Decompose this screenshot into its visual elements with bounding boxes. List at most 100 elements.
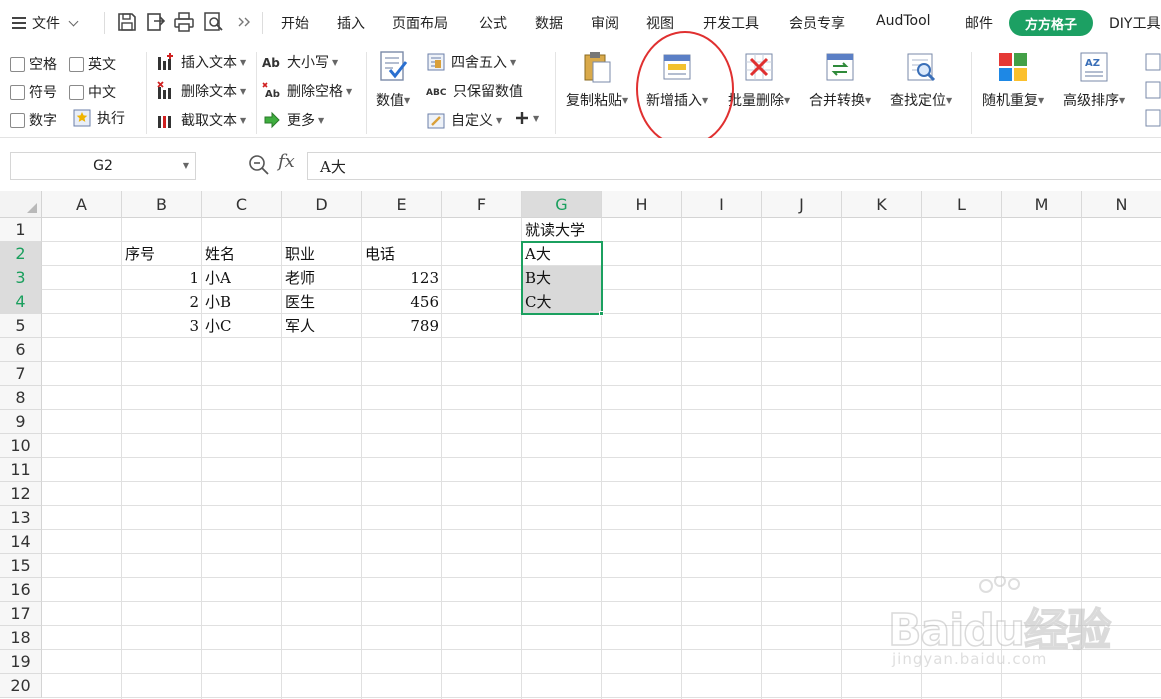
row-header-6[interactable]: 6 [0,338,42,362]
row-header-19[interactable]: 19 [0,650,42,674]
row-header-18[interactable]: 18 [0,626,42,650]
cell-g1[interactable]: 就读大学 [522,218,602,242]
checkbox-chinese[interactable]: 中文 [69,82,116,102]
more-button[interactable]: 更多 ▼ [262,110,324,130]
execute-button[interactable]: 执行 [72,108,125,128]
fill-handle[interactable] [599,311,604,316]
tab-mail[interactable]: 邮件 [965,13,993,33]
cell-d4[interactable]: 医生 [282,290,362,314]
column-header-n[interactable]: N [1082,191,1161,218]
column-header-j[interactable]: J [762,191,842,218]
random-repeat-button[interactable]: 随机重复 ▼ [982,50,1044,110]
tab-fangfang[interactable]: 方方格子 [1009,10,1093,36]
find-locate-button[interactable]: 查找定位 ▼ [890,50,952,110]
row-header-2[interactable]: 2 [0,242,42,266]
row-header-17[interactable]: 17 [0,602,42,626]
tab-page-layout[interactable]: 页面布局 [392,13,448,33]
row-header-20[interactable]: 20 [0,674,42,698]
round-button[interactable]: 四舍五入 ▼ [426,52,516,72]
zoom-icon[interactable] [248,154,270,176]
cell-e4[interactable]: 456 [362,290,442,314]
column-header-l[interactable]: L [922,191,1002,218]
cell-e3[interactable]: 123 [362,266,442,290]
checkbox-symbol[interactable]: 符号 [10,82,57,102]
row-header-9[interactable]: 9 [0,410,42,434]
column-header-i[interactable]: I [682,191,762,218]
cell-b5[interactable]: 3 [122,314,202,338]
row-header-11[interactable]: 11 [0,458,42,482]
cell-b3[interactable]: 1 [122,266,202,290]
print-preview-icon[interactable] [203,11,225,33]
tab-diy-tools[interactable]: DIY工具 [1109,13,1160,33]
checkbox-english[interactable]: 英文 [69,54,116,74]
row-header-4[interactable]: 4 [0,290,42,314]
print-icon[interactable] [173,11,195,33]
column-header-d[interactable]: D [282,191,362,218]
add-button[interactable]: ▼ [514,110,539,126]
checkbox-number[interactable]: 数字 [10,110,57,130]
tab-member[interactable]: 会员专享 [789,13,845,33]
cell-d2[interactable]: 职业 [282,242,362,266]
column-header-f[interactable]: F [442,191,522,218]
cell-d5[interactable]: 军人 [282,314,362,338]
column-header-h[interactable]: H [602,191,682,218]
cell-c4[interactable]: 小B [202,290,282,314]
custom-button[interactable]: 自定义 ▼ [426,110,502,130]
advanced-sort-button[interactable]: AZ 高级排序 ▼ [1063,50,1125,110]
row-header-3[interactable]: 3 [0,266,42,290]
row-header-8[interactable]: 8 [0,386,42,410]
cell-c5[interactable]: 小C [202,314,282,338]
copy-paste-button[interactable]: 复制粘贴 ▼ [566,50,628,110]
row-header-13[interactable]: 13 [0,506,42,530]
column-header-a[interactable]: A [42,191,122,218]
column-header-k[interactable]: K [842,191,922,218]
column-header-c[interactable]: C [202,191,282,218]
delete-text-button[interactable]: 删除文本 ▼ [156,81,246,101]
cell-c2[interactable]: 姓名 [202,242,282,266]
file-menu[interactable]: 文件 [12,12,79,34]
cell-c3[interactable]: 小A [202,266,282,290]
column-header-e[interactable]: E [362,191,442,218]
column-header-b[interactable]: B [122,191,202,218]
tab-home[interactable]: 开始 [281,13,309,33]
row-header-10[interactable]: 10 [0,434,42,458]
export-icon[interactable] [145,11,167,33]
row-header-1[interactable]: 1 [0,218,42,242]
row-header-14[interactable]: 14 [0,530,42,554]
tab-developer[interactable]: 开发工具 [703,13,759,33]
case-convert-button[interactable]: Ab 大小写 ▼ [262,52,338,72]
extract-text-button[interactable]: 截取文本 ▼ [156,110,246,130]
cell-b2[interactable]: 序号 [122,242,202,266]
new-insert-button[interactable]: 新增插入 ▼ [646,50,708,110]
more-commands-icon[interactable] [234,11,256,33]
column-header-g[interactable]: G [522,191,602,218]
cell-e5[interactable]: 789 [362,314,442,338]
checkbox-space[interactable]: 空格 [10,54,57,74]
tab-review[interactable]: 审阅 [591,13,619,33]
cell-area[interactable]: 就读大学 序号 姓名 职业 电话 A大 1 小A 老师 123 B大 2 小B 医生 456 C大 3 小C 军人 7… [42,218,1161,699]
tab-insert[interactable]: 插入 [337,13,365,33]
fx-icon[interactable]: fx [278,151,295,172]
more-tools-icon[interactable] [1144,52,1161,132]
numeric-button[interactable]: 数值 ▼ [376,50,410,110]
keep-value-button[interactable]: ABC 只保留数值 [426,81,523,101]
row-header-15[interactable]: 15 [0,554,42,578]
save-icon[interactable] [116,11,138,33]
column-header-m[interactable]: M [1002,191,1082,218]
batch-delete-button[interactable]: 批量删除 ▼ [728,50,790,110]
row-header-7[interactable]: 7 [0,362,42,386]
formula-input[interactable]: A大 [307,152,1161,180]
delete-space-button[interactable]: Ab 删除空格 ▼ [262,81,352,101]
merge-convert-button[interactable]: 合并转换 ▼ [809,50,871,110]
tab-audtool[interactable]: AudTool [876,13,931,29]
row-header-5[interactable]: 5 [0,314,42,338]
insert-text-button[interactable]: 插入文本 ▼ [156,52,246,72]
cell-b4[interactable]: 2 [122,290,202,314]
name-box[interactable]: G2 ▼ [10,152,196,180]
tab-formulas[interactable]: 公式 [479,13,507,33]
row-header-16[interactable]: 16 [0,578,42,602]
select-all-corner[interactable] [0,191,42,218]
cell-e2[interactable]: 电话 [362,242,442,266]
tab-view[interactable]: 视图 [646,13,674,33]
row-header-12[interactable]: 12 [0,482,42,506]
